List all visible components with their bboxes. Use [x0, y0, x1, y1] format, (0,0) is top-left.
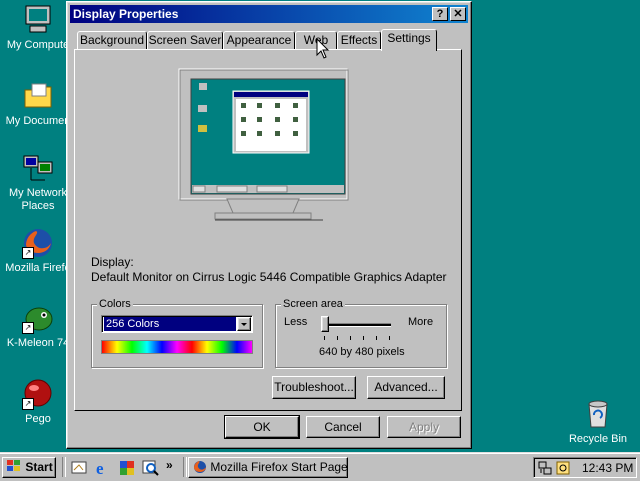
slider-ticks — [324, 336, 390, 340]
desktop-icon-label: Recycle Bin — [568, 433, 628, 445]
screen-area-group-label: Screen area — [281, 298, 345, 310]
window-title: Display Properties — [73, 7, 179, 21]
system-tray: 12:43 PM — [533, 457, 637, 478]
desktop-icon-firefox[interactable]: ↗ Mozilla Firefo — [0, 227, 76, 275]
shortcut-arrow-icon: ↗ — [22, 247, 34, 259]
svg-text:e: e — [96, 459, 104, 477]
desktop-icon-my-computer[interactable]: My Compute — [0, 4, 76, 52]
network-tray-icon[interactable] — [537, 460, 553, 476]
tab-screen-saver[interactable]: Screen Saver — [147, 31, 223, 50]
tab-background[interactable]: Background — [77, 31, 147, 50]
title-bar[interactable]: Display Properties ? ✕ — [70, 5, 468, 23]
slider-track — [323, 323, 391, 327]
dropdown-arrow-button[interactable] — [237, 317, 251, 331]
color-spectrum-bar — [101, 340, 253, 354]
slider-thumb[interactable] — [321, 316, 329, 332]
advanced-button[interactable]: Advanced... — [367, 376, 445, 399]
resolution-label: 640 by 480 pixels — [319, 346, 405, 358]
desktop-icon-my-documents[interactable]: My Documen — [0, 80, 76, 128]
chevron-down-icon — [241, 323, 247, 326]
close-button[interactable]: ✕ — [450, 7, 466, 21]
apply-button[interactable]: Apply — [387, 416, 461, 438]
display-properties-window: Display Properties ? ✕ Background Screen… — [66, 1, 472, 449]
quick-launch-show-desktop[interactable] — [70, 459, 88, 477]
screen-area-more-label: More — [408, 316, 434, 328]
quick-launch-search[interactable] — [142, 459, 160, 477]
ok-button[interactable]: OK — [224, 415, 300, 439]
task-button-firefox[interactable]: Mozilla Firefox Start Page -... — [188, 457, 348, 478]
kmeleon-icon: ↗ — [22, 302, 54, 334]
troubleshoot-button[interactable]: Troubleshoot... — [272, 376, 356, 399]
windows-logo-icon — [7, 460, 20, 471]
colors-group — [91, 304, 263, 368]
desktop-icon-label: K-Meleon 74 — [6, 337, 70, 349]
display-label: Display: — [91, 255, 134, 269]
shortcut-arrow-icon: ↗ — [22, 398, 34, 410]
tab-label: Effects — [340, 33, 378, 47]
desktop-icon-label: My Network — [8, 187, 68, 199]
tab-label: Screen Saver — [148, 33, 222, 47]
desktop-icon-label: My Documen — [5, 115, 71, 127]
recycle-bin-icon — [582, 398, 614, 430]
mouse-cursor-icon — [316, 38, 330, 59]
network-places-icon — [22, 152, 54, 184]
tab-label: Settings — [387, 31, 431, 45]
button-label: OK — [253, 420, 271, 434]
button-label: Advanced... — [374, 380, 438, 394]
help-icon: ? — [436, 8, 444, 20]
pego-icon: ↗ — [22, 378, 54, 410]
tab-label: Background — [79, 33, 145, 47]
close-icon: ✕ — [453, 8, 463, 20]
quick-launch-channels[interactable] — [118, 459, 136, 477]
show-desktop-icon — [71, 461, 87, 474]
screen-area-slider[interactable] — [321, 316, 393, 342]
button-label: Troubleshoot... — [274, 380, 354, 394]
monitor-preview-icon — [178, 68, 349, 221]
desktop-icon-label: Pego — [25, 413, 51, 425]
display-value: Default Monitor on Cirrus Logic 5446 Com… — [91, 270, 447, 284]
colors-group-label: Colors — [97, 298, 133, 310]
quick-launch-ie[interactable]: e — [94, 459, 112, 478]
channels-icon — [120, 461, 134, 475]
volume-tray-icon[interactable] — [555, 460, 571, 476]
desktop-icon-label: Mozilla Firefo — [5, 262, 71, 274]
desktop-icon-kmeleon[interactable]: ↗ K-Meleon 74 — [0, 302, 76, 350]
start-button[interactable]: Start — [2, 457, 56, 478]
desktop-icon-pego[interactable]: ↗ Pego — [0, 378, 76, 426]
taskbar: Start e » Mozilla Firefox Start Page -..… — [0, 452, 640, 481]
screen-area-less-label: Less — [284, 316, 308, 328]
help-button[interactable]: ? — [432, 7, 448, 21]
clock[interactable]: 12:43 PM — [582, 461, 633, 475]
shortcut-arrow-icon: ↗ — [22, 322, 34, 334]
cancel-button[interactable]: Cancel — [306, 416, 380, 438]
quick-launch-chevron[interactable]: » — [166, 458, 173, 472]
desktop-icon-network-places[interactable]: My Network Places — [0, 152, 76, 213]
monitor-preview — [177, 67, 365, 237]
task-divider — [183, 457, 187, 477]
firefox-icon — [194, 461, 206, 473]
colors-dropdown[interactable]: 256 Colors — [101, 315, 253, 333]
firefox-icon: ↗ — [22, 227, 54, 259]
desktop-icon-recycle-bin[interactable]: Recycle Bin — [560, 398, 636, 446]
button-label: Apply — [408, 420, 440, 434]
colors-selected-value: 256 Colors — [104, 317, 236, 331]
my-documents-icon — [22, 80, 54, 112]
button-label: Cancel — [324, 420, 362, 434]
tab-settings[interactable]: Settings — [381, 29, 437, 51]
quick-launch-divider — [62, 457, 66, 477]
task-label: Mozilla Firefox Start Page -... — [210, 460, 348, 474]
internet-explorer-icon: e — [96, 459, 104, 478]
desktop-icon-label-line2: Places — [21, 200, 55, 212]
desktop-icon-label: My Compute — [6, 39, 70, 51]
tab-label: Appearance — [226, 33, 292, 47]
start-label: Start — [25, 460, 53, 474]
my-computer-icon — [22, 4, 54, 36]
search-icon — [142, 460, 159, 476]
tab-effects[interactable]: Effects — [337, 31, 381, 50]
tab-appearance[interactable]: Appearance — [223, 31, 295, 50]
settings-panel: Display: Default Monitor on Cirrus Logic… — [74, 49, 462, 411]
